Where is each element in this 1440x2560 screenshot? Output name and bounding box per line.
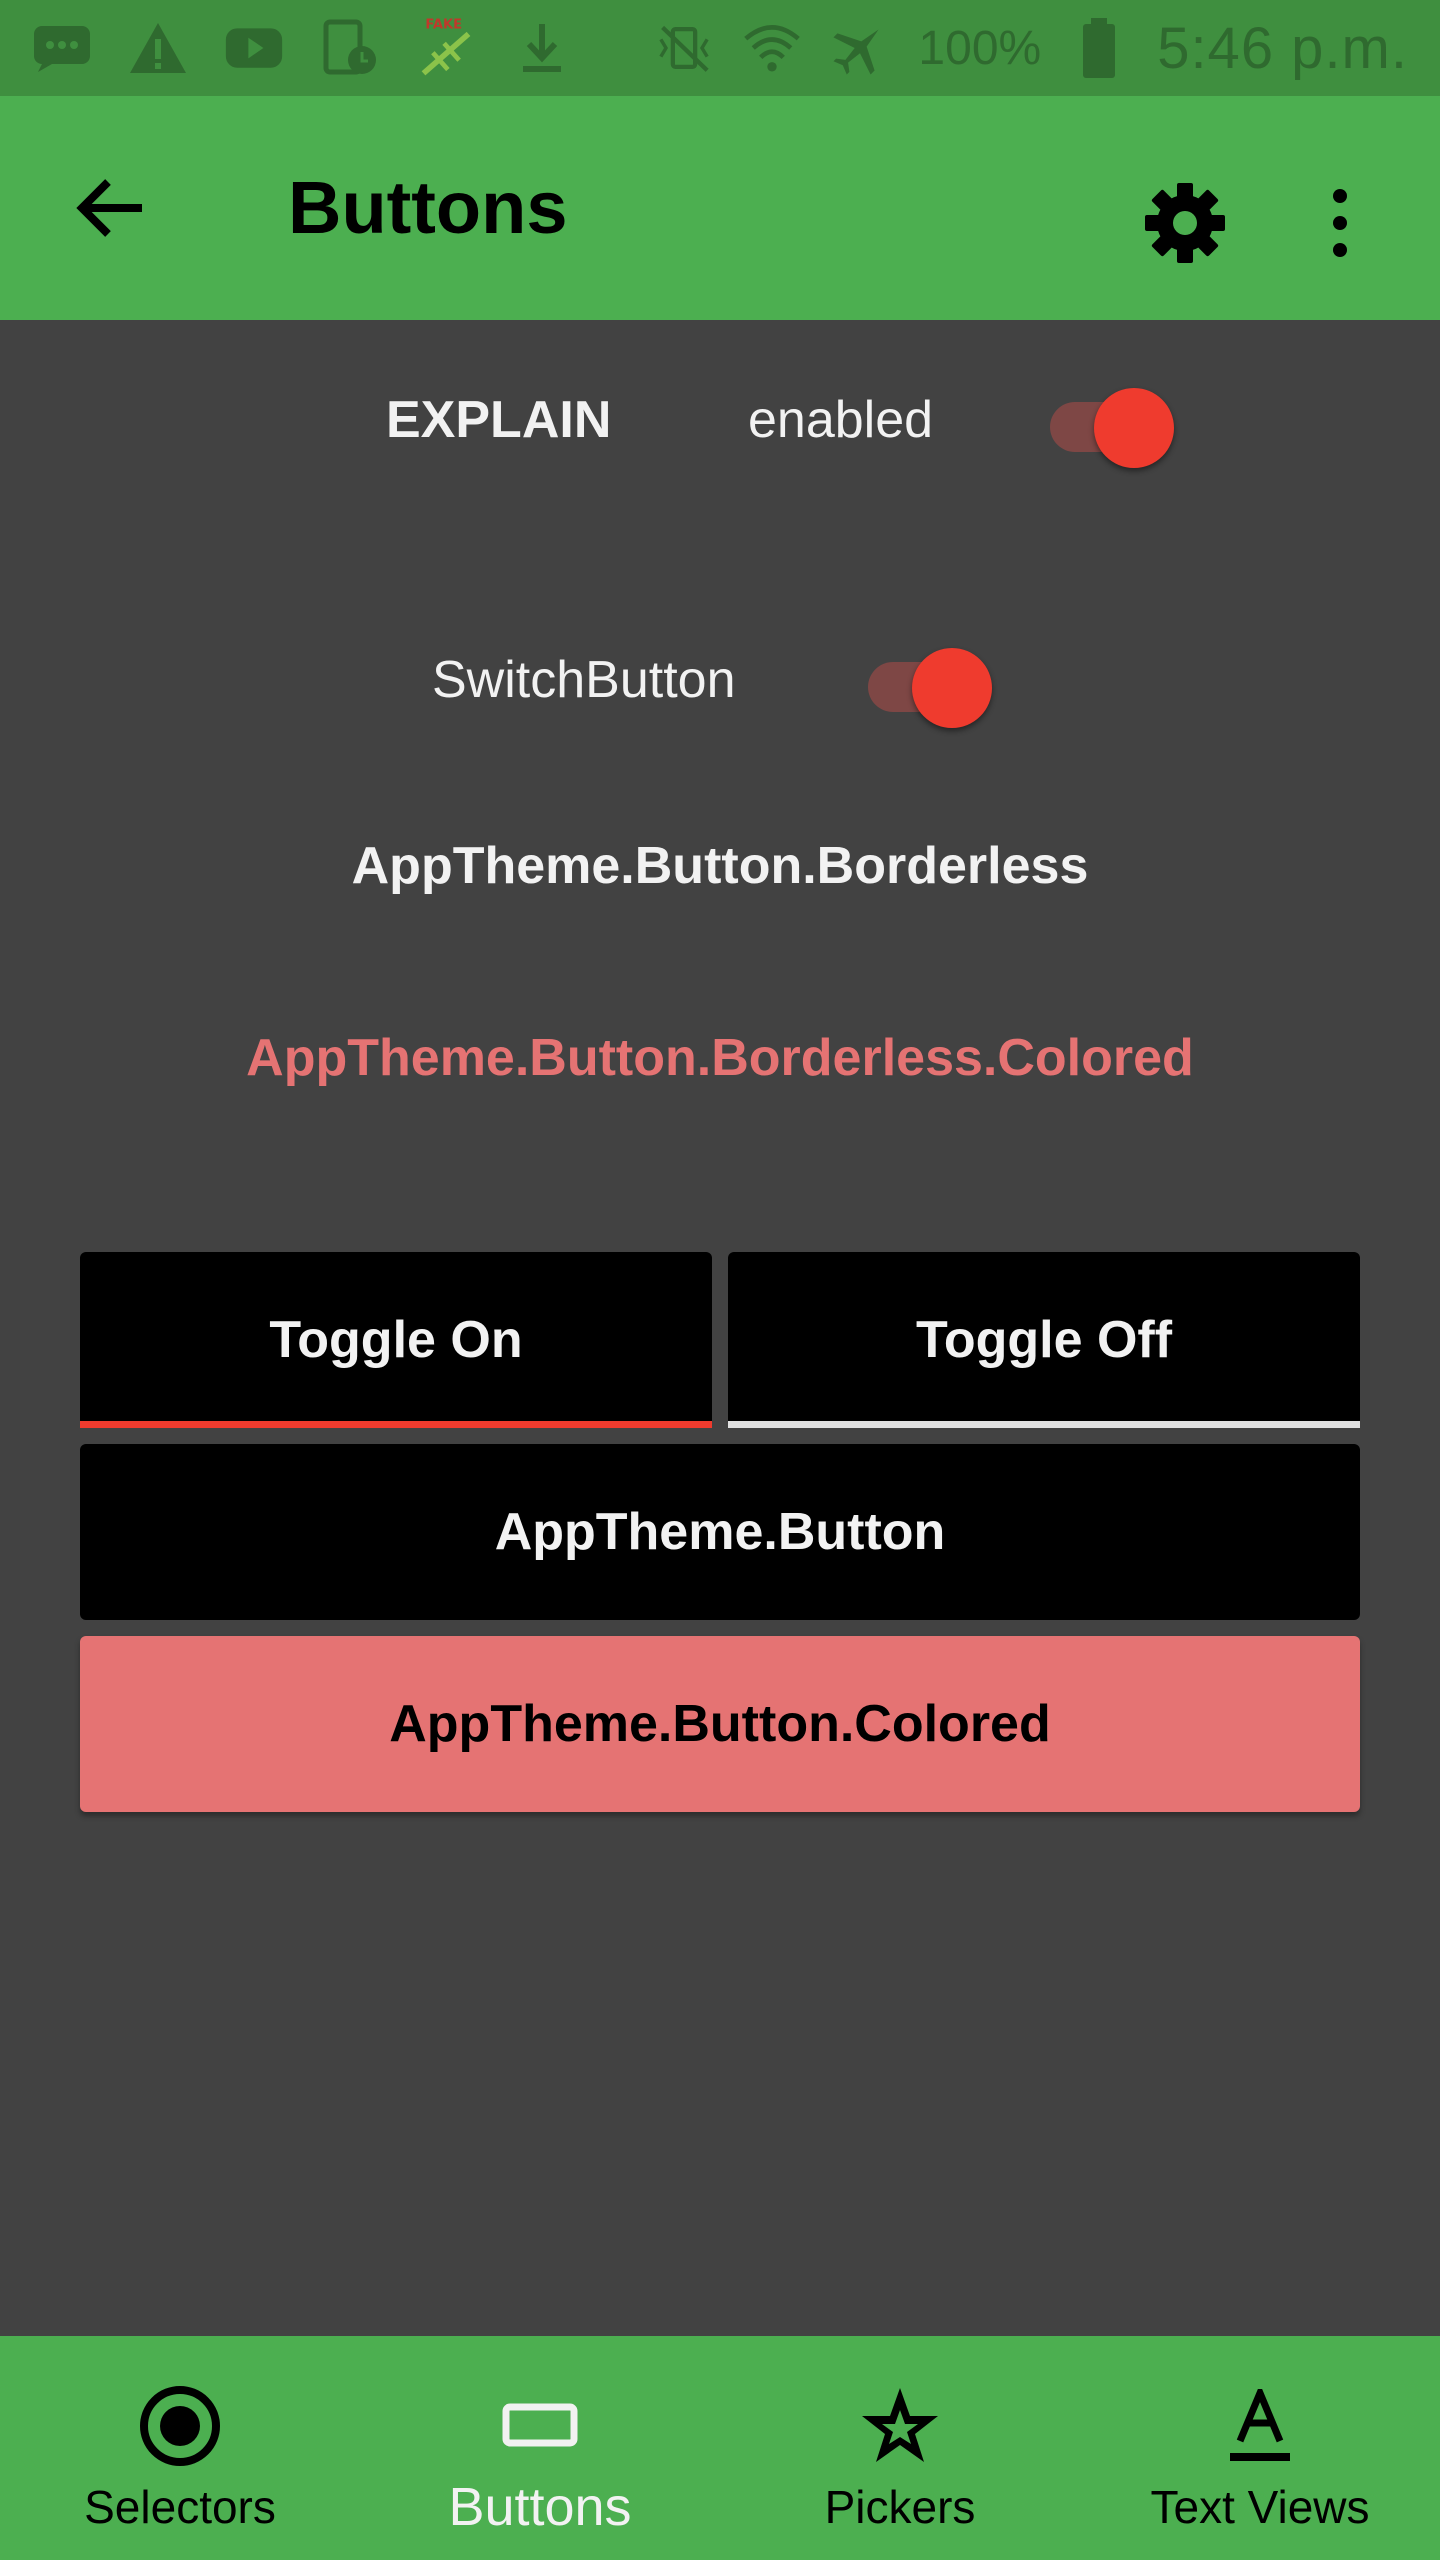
- nav-item-text-views[interactable]: Text Views: [1080, 2336, 1440, 2560]
- toggle-on-indicator: [80, 1421, 712, 1428]
- nav-label-selectors: Selectors: [84, 2481, 276, 2533]
- radio-button-icon: [138, 2378, 222, 2474]
- star-icon: [858, 2378, 942, 2474]
- device-alarm-icon: [320, 18, 380, 78]
- switch-thumb: [912, 648, 992, 728]
- bottom-navigation: Selectors Buttons Pickers Text Views: [0, 2336, 1440, 2560]
- nav-label-pickers: Pickers: [824, 2481, 976, 2533]
- wifi-icon: [742, 18, 802, 78]
- button-outline-icon: [502, 2378, 578, 2474]
- message-icon: [32, 18, 92, 78]
- battery-percentage: 100%: [918, 21, 1042, 75]
- switchbutton-label: SwitchButton: [432, 651, 736, 709]
- overflow-menu-button[interactable]: [1300, 168, 1380, 278]
- gear-icon: [1145, 183, 1225, 263]
- toggle-on-button[interactable]: Toggle On: [80, 1252, 712, 1428]
- settings-button[interactable]: [1130, 168, 1240, 278]
- nav-item-buttons[interactable]: Buttons: [360, 2336, 720, 2560]
- more-vert-icon: [1333, 189, 1347, 257]
- text-format-icon: [1228, 2378, 1292, 2474]
- app-theme-colored-button-label: AppTheme.Button.Colored: [389, 1695, 1051, 1753]
- app-theme-colored-button[interactable]: AppTheme.Button.Colored: [80, 1636, 1360, 1812]
- switchbutton-row: SwitchButton: [0, 620, 1440, 740]
- enabled-switch[interactable]: [1044, 374, 1184, 468]
- toggle-off-indicator: [728, 1421, 1360, 1428]
- toggle-off-button[interactable]: Toggle Off: [728, 1252, 1360, 1428]
- download-icon: [512, 18, 572, 78]
- status-icons-left: FAKE: [32, 17, 572, 78]
- borderless-button[interactable]: AppTheme.Button.Borderless: [0, 836, 1440, 896]
- borderless-colored-button[interactable]: AppTheme.Button.Borderless.Colored: [0, 1028, 1440, 1088]
- airplane-mode-icon: [830, 18, 890, 78]
- enabled-label: enabled: [748, 391, 934, 449]
- arrow-back-icon: [76, 179, 142, 237]
- toggle-off-label: Toggle Off: [915, 1311, 1173, 1369]
- youtube-icon: [224, 18, 284, 78]
- app-theme-button-label: AppTheme.Button: [494, 1503, 946, 1561]
- svg-text:FAKE: FAKE: [425, 17, 462, 32]
- warning-icon: [128, 18, 188, 78]
- battery-icon: [1069, 18, 1129, 78]
- nav-item-selectors[interactable]: Selectors: [0, 2336, 360, 2560]
- app-theme-button[interactable]: AppTheme.Button: [80, 1444, 1360, 1620]
- page-title: Buttons: [288, 166, 568, 249]
- nav-label-text-views: Text Views: [1150, 2481, 1370, 2533]
- fake-gps-icon: FAKE: [416, 17, 476, 78]
- switchbutton-switch[interactable]: [862, 634, 1002, 728]
- explain-row: EXPLAIN enabled: [0, 360, 1440, 480]
- clock: 5:46 p.m.: [1157, 15, 1408, 81]
- explain-button[interactable]: EXPLAIN: [386, 390, 611, 450]
- vibrate-off-icon: [654, 18, 714, 78]
- toggle-on-label: Toggle On: [269, 1311, 523, 1369]
- nav-item-pickers[interactable]: Pickers: [720, 2336, 1080, 2560]
- switch-thumb: [1094, 388, 1174, 468]
- status-icons-right: 100% 5:46 p.m.: [654, 15, 1408, 82]
- status-bar: FAKE 100% 5:46 p.m.: [0, 0, 1440, 96]
- nav-label-buttons: Buttons: [448, 2477, 632, 2537]
- back-button[interactable]: [60, 158, 160, 258]
- toolbar: Buttons: [0, 96, 1440, 320]
